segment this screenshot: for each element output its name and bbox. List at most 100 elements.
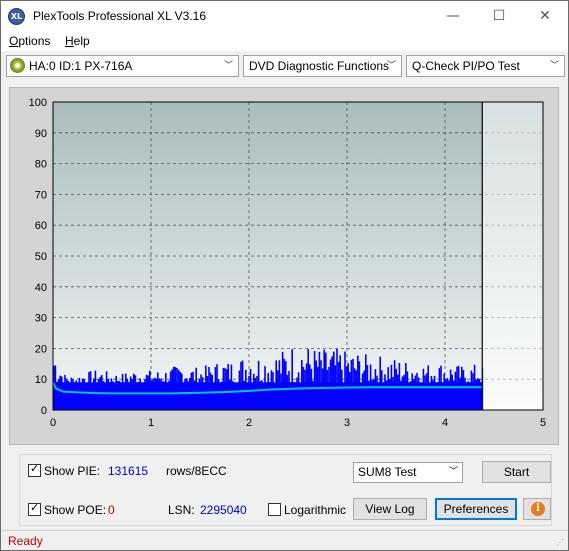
pie-bar xyxy=(240,361,242,410)
pie-bar xyxy=(174,367,177,410)
y-tick-label: 30 xyxy=(35,313,47,325)
pie-bar xyxy=(435,384,437,410)
pie-bar xyxy=(136,383,138,410)
pie-bar xyxy=(291,349,293,410)
pie-bar xyxy=(173,366,175,410)
pie-bar xyxy=(318,351,321,410)
pie-bar xyxy=(461,366,463,410)
pie-bar xyxy=(73,384,76,410)
pie-bar xyxy=(307,348,309,410)
pie-bar xyxy=(448,380,450,410)
pie-bar xyxy=(331,356,333,410)
checkmark-icon: ✓ xyxy=(30,462,40,475)
pie-bar xyxy=(358,361,361,410)
pie-bar xyxy=(472,373,474,410)
sum8-test-value: SUM8 Test xyxy=(358,465,417,479)
pie-bar xyxy=(235,383,237,410)
pie-bar xyxy=(216,364,218,410)
pie-bar xyxy=(320,360,322,410)
close-button[interactable]: ✕ xyxy=(522,1,568,31)
chart-panel: 0 10 20 30 40 50 60 70 80 90 100 0 1 2 3 4 5 xyxy=(9,87,559,445)
pie-bar xyxy=(94,370,97,410)
pie-bar xyxy=(256,375,258,410)
pie-bar xyxy=(470,370,473,410)
pie-bar xyxy=(251,383,253,410)
pie-bar xyxy=(70,377,73,410)
pie-bar xyxy=(275,360,277,410)
logarithmic-checkbox[interactable] xyxy=(268,503,281,516)
show-pie-checkbox[interactable]: ✓ xyxy=(28,462,41,477)
pie-bar xyxy=(464,377,466,410)
test-select-value: Q-Check PI/PO Test xyxy=(412,59,520,73)
drive-select[interactable]: HA:0 ID:1 PX-716A ﹀ xyxy=(6,55,239,77)
pie-bar xyxy=(313,351,316,410)
pie-bar xyxy=(69,382,71,410)
pie-bar xyxy=(325,352,327,410)
pie-bar xyxy=(131,379,133,410)
sum8-test-select[interactable]: SUM8 Test ﹀ xyxy=(353,462,463,483)
pie-bar xyxy=(389,378,391,410)
pie-bar xyxy=(195,367,197,410)
pie-bar xyxy=(475,379,477,410)
pie-bar xyxy=(203,383,205,410)
pie-bar xyxy=(254,377,257,410)
pie-bar xyxy=(62,384,65,410)
pie-bar xyxy=(272,372,274,410)
menu-help[interactable]: Help xyxy=(65,34,90,48)
menu-bar: Options Help xyxy=(1,31,568,51)
pie-bar xyxy=(312,380,314,410)
chevron-down-icon: ﹀ xyxy=(386,61,396,71)
pie-bar xyxy=(243,380,245,410)
pie-bar xyxy=(217,378,220,410)
maximize-button[interactable]: ☐ xyxy=(476,1,522,31)
pie-bar xyxy=(97,378,100,410)
pie-bar xyxy=(227,363,229,410)
start-button[interactable]: Start xyxy=(482,461,551,483)
pie-bar xyxy=(379,356,381,410)
pie-bar xyxy=(365,354,367,410)
pie-bar xyxy=(384,374,386,410)
pie-bar xyxy=(264,366,266,410)
show-poe-checkbox[interactable]: ✓ xyxy=(28,501,41,516)
test-select[interactable]: Q-Check PI/PO Test ﹀ xyxy=(406,55,565,77)
pie-bar xyxy=(339,355,341,410)
pie-bar xyxy=(304,369,306,410)
pie-bar xyxy=(209,372,212,410)
pie-bar xyxy=(109,382,111,410)
y-tick-label: 90 xyxy=(35,128,47,140)
view-log-button[interactable]: View Log xyxy=(353,498,427,520)
resize-grip-icon[interactable]: ⋰ xyxy=(556,538,566,548)
pie-bar xyxy=(142,384,145,410)
pie-bar xyxy=(310,368,313,410)
pie-bar xyxy=(278,360,281,410)
pie-bar xyxy=(221,381,223,410)
pie-bar xyxy=(137,381,140,410)
pie-bar xyxy=(249,368,252,410)
pie-bar xyxy=(267,372,269,410)
pie-bar xyxy=(168,380,170,410)
pie-bar xyxy=(289,382,292,410)
info-button[interactable]: i xyxy=(523,498,551,520)
function-select[interactable]: DVD Diagnostic Functions ﹀ xyxy=(243,55,402,77)
chevron-down-icon: ﹀ xyxy=(223,61,233,71)
pie-bar xyxy=(237,384,239,410)
pie-bar xyxy=(232,381,234,410)
pie-bar xyxy=(88,372,90,410)
pie-bar xyxy=(393,360,396,410)
y-tick-label: 70 xyxy=(35,189,47,201)
pie-bar xyxy=(181,373,183,410)
pie-bar xyxy=(451,374,453,410)
pie-bar xyxy=(261,380,263,410)
menu-options[interactable]: Options xyxy=(9,34,50,48)
pie-bar xyxy=(409,381,412,410)
pie-bar xyxy=(414,375,417,410)
pie-bar xyxy=(321,368,324,410)
pie-bar xyxy=(165,372,167,410)
show-poe-label: Show POE: xyxy=(44,503,107,517)
preferences-button[interactable]: Preferences xyxy=(435,498,517,520)
pie-bar xyxy=(387,367,389,410)
minimize-button[interactable]: — xyxy=(430,1,476,31)
pie-bar xyxy=(161,381,164,410)
y-tick-label: 0 xyxy=(41,405,47,417)
pie-bar xyxy=(198,378,201,410)
